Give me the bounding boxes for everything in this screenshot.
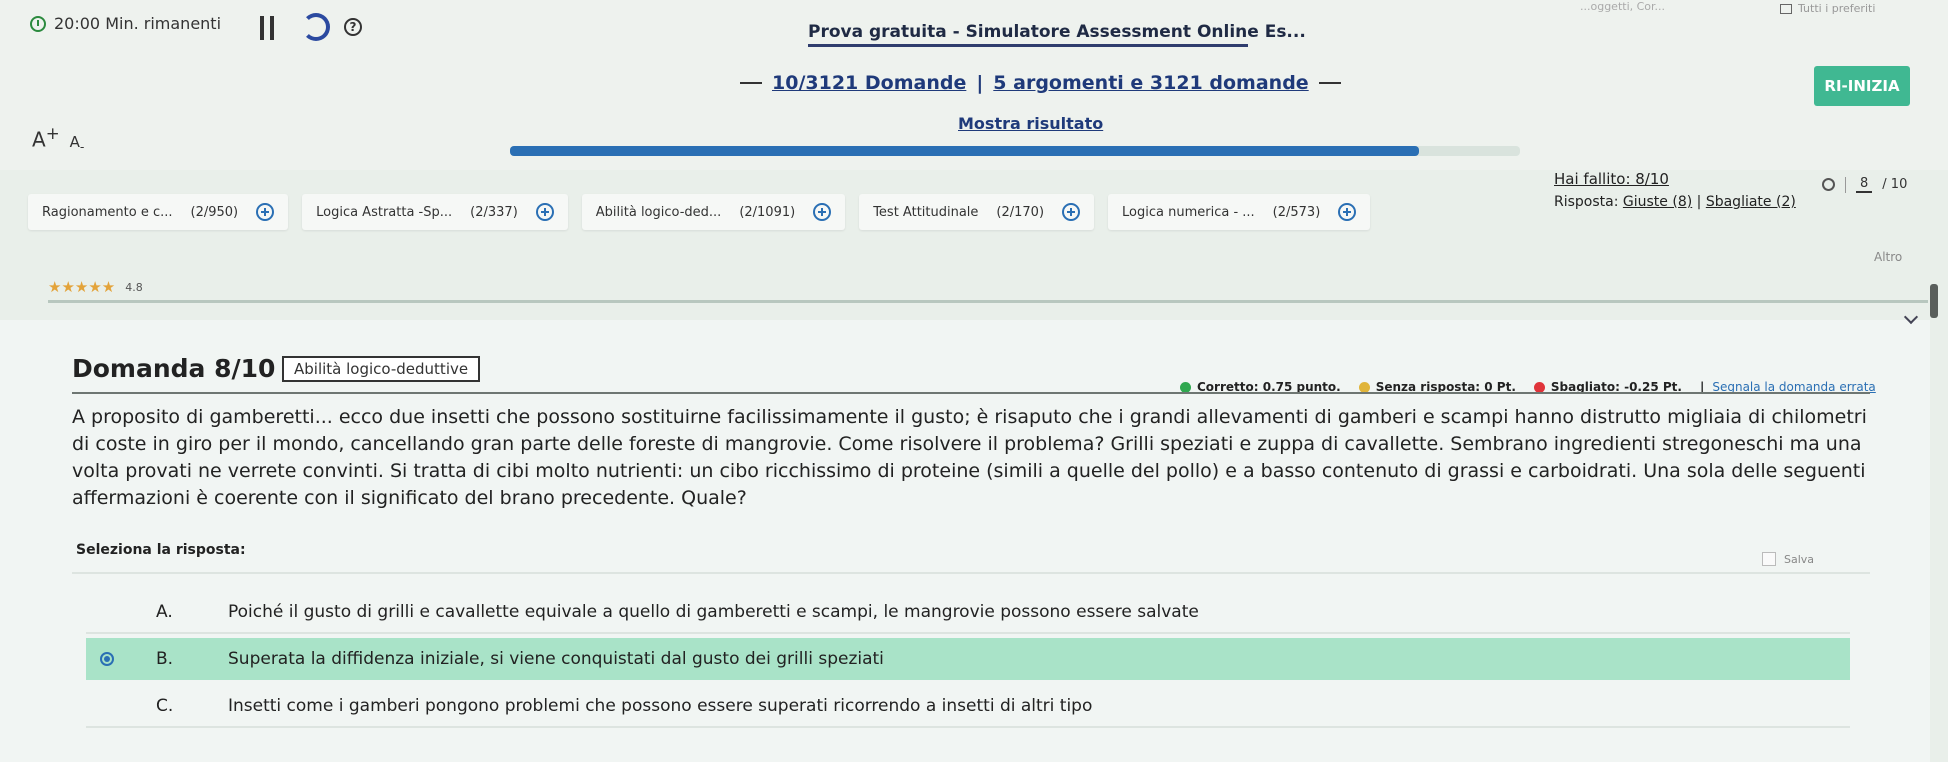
topic-label: Logica numerica - ... <box>1122 204 1255 220</box>
topic-chip[interactable]: Ragionamento e c... (2/950) <box>28 194 289 230</box>
pause-icon[interactable] <box>258 16 278 40</box>
save-label: Salva <box>1784 552 1815 566</box>
font-decrease-button[interactable]: A- <box>70 133 85 154</box>
current-question[interactable]: 8 <box>1856 176 1873 193</box>
exam-title: Prova gratuita - Simulatore Assessment O… <box>808 22 1306 42</box>
add-icon[interactable] <box>256 203 275 221</box>
divider: | <box>1696 194 1702 210</box>
timer: 20:00 Min. rimanenti <box>30 14 221 33</box>
topic-count: (2/1091) <box>739 204 796 220</box>
font-increase-button[interactable]: A+ <box>32 124 60 152</box>
answer-option-b[interactable]: B. Superata la diffidenza iniziale, si v… <box>86 638 1850 680</box>
topic-label: Abilità logico-ded... <box>595 204 722 220</box>
font-size-controls: A+ A- <box>32 124 84 154</box>
option-letter: C. <box>156 696 174 716</box>
failed-summary: Hai fallito: 8/10 <box>1554 170 1669 188</box>
rating-value: 4.8 <box>125 280 143 294</box>
divider-line <box>48 300 1928 303</box>
option-text: Poiché il gusto di grilli e cavallette e… <box>228 602 1199 622</box>
topic-label: Test Attitudinale <box>873 204 979 220</box>
add-icon[interactable] <box>1062 203 1081 221</box>
add-icon[interactable] <box>535 203 554 221</box>
topic-chip[interactable]: Abilità logico-ded... (2/1091) <box>581 194 846 230</box>
topic-chips: Ragionamento e c... (2/950) Logica Astra… <box>28 194 1371 230</box>
question-title: Domanda 8/10 <box>72 354 276 383</box>
topic-count: (2/170) <box>996 204 1045 220</box>
help-icon[interactable]: ? <box>344 18 362 36</box>
search-icon[interactable] <box>1822 178 1835 191</box>
dash-right <box>1318 82 1341 84</box>
select-answer-label: Seleziona la risposta: <box>76 542 246 558</box>
favorites-bar[interactable]: Tutti i preferiti <box>1780 2 1875 15</box>
option-text: Insetti come i gamberi pongono problemi … <box>228 696 1093 716</box>
topic-label: Logica Astratta -Sp... <box>316 204 453 220</box>
rating: ★★★★★ 4.8 <box>48 278 143 296</box>
question-count-link[interactable]: 10/3121 Domande <box>772 72 966 94</box>
show-results-link[interactable]: Mostra risultato <box>958 114 1103 133</box>
star-icons: ★★★★★ <box>48 278 116 296</box>
answer-prefix: Risposta: <box>1554 194 1619 210</box>
timer-text: 20:00 Min. rimanenti <box>54 14 222 33</box>
folder-icon <box>1780 3 1792 14</box>
dash-left <box>740 82 762 84</box>
option-letter: A. <box>156 602 173 622</box>
topic-chip[interactable]: Logica Astratta -Sp... (2/337) <box>302 194 568 230</box>
topic-chip[interactable]: Test Attitudinale (2/170) <box>859 194 1095 230</box>
topics-link[interactable]: 5 argomenti e 3121 domande <box>993 72 1308 94</box>
green-dot-icon <box>1180 381 1191 393</box>
correct-link[interactable]: Giuste (8) <box>1623 194 1692 210</box>
title-underline <box>808 44 1248 47</box>
radio-selected-icon[interactable] <box>100 652 114 666</box>
options-divider <box>72 572 1870 574</box>
question-divider <box>72 392 1870 394</box>
save-control[interactable]: Salva <box>1762 552 1814 566</box>
topic-label: Ragionamento e c... <box>42 204 173 220</box>
category-tag: Abilità logico-deduttive <box>282 356 481 382</box>
reset-icon[interactable] <box>302 13 330 41</box>
wrong-link[interactable]: Sbagliate (2) <box>1706 194 1796 210</box>
question-text: A proposito di gamberetti... ecco due in… <box>72 406 1867 509</box>
answer-option-c[interactable]: C. Insetti come i gamberi pongono proble… <box>86 686 1850 728</box>
progress-fill <box>510 146 1419 156</box>
answer-summary: Risposta: Giuste (8) | Sbagliate (2) <box>1554 194 1796 210</box>
add-icon[interactable] <box>1338 203 1357 221</box>
topic-count: (2/573) <box>1272 204 1321 220</box>
yellow-dot-icon <box>1358 381 1370 393</box>
restart-button[interactable]: RI-INIZIA <box>1814 66 1910 106</box>
topic-count: (2/950) <box>190 204 239 220</box>
option-text: Superata la diffidenza iniziale, si vien… <box>228 649 884 669</box>
answer-option-a[interactable]: A. Poiché il gusto di grilli e cavallett… <box>86 592 1850 634</box>
nav-divider <box>1845 176 1846 193</box>
favorites-label: Tutti i preferiti <box>1798 2 1876 15</box>
topic-chip[interactable]: Logica numerica - ... (2/573) <box>1108 194 1371 230</box>
topic-count: (2/337) <box>470 204 518 220</box>
scrollbar-thumb[interactable] <box>1930 284 1938 318</box>
add-icon[interactable] <box>813 203 832 221</box>
red-dot-icon <box>1533 381 1545 393</box>
browser-tabs: ...oggetti, Cor... <box>1580 0 1666 13</box>
total-questions: / 10 <box>1882 177 1908 192</box>
question-navigator: 8 / 10 <box>1822 176 1907 193</box>
clock-icon <box>30 15 46 32</box>
separator: | <box>976 72 984 94</box>
save-checkbox[interactable] <box>1762 552 1776 566</box>
question-count: 10/3121 Domande | 5 argomenti e 3121 dom… <box>740 72 1341 94</box>
option-letter: B. <box>156 649 174 669</box>
more-link[interactable]: Altro <box>1874 250 1902 264</box>
